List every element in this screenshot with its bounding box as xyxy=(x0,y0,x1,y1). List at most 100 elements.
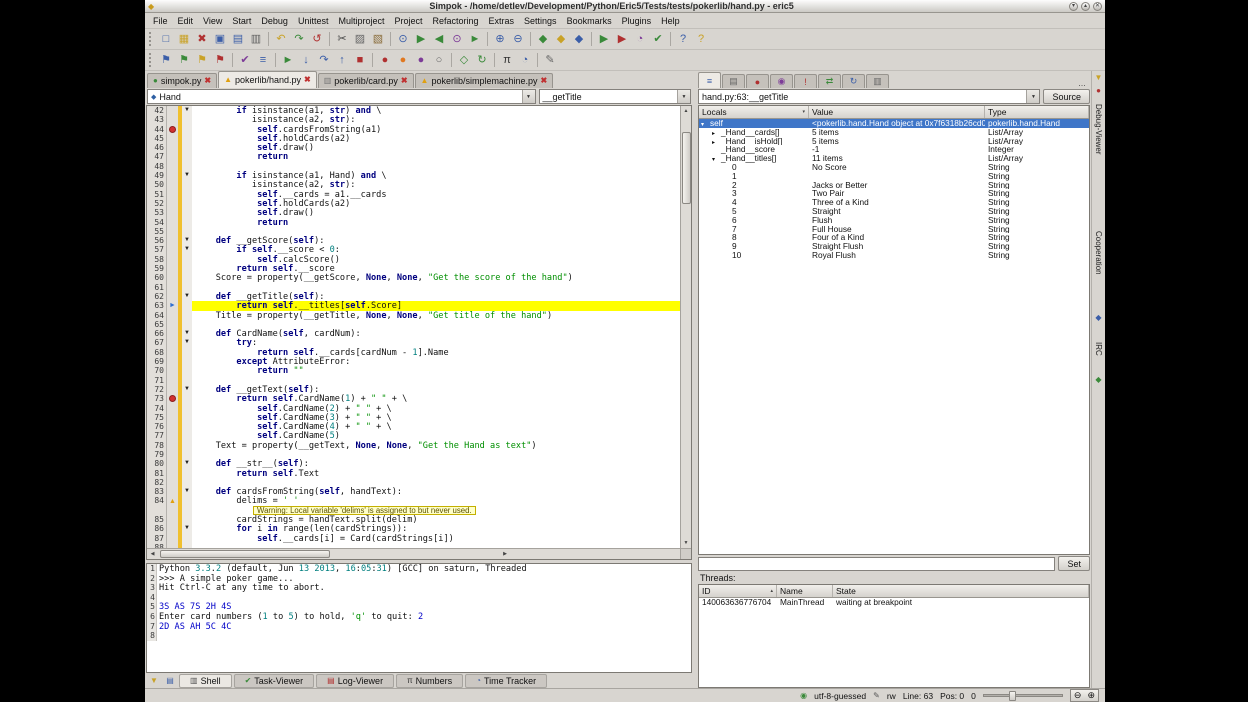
next-bookmark-button[interactable]: ⚑ xyxy=(175,51,193,69)
menu-project[interactable]: Project xyxy=(389,15,427,27)
locals-table-body[interactable]: ▾self<pokerlib.hand.Hand object at 0x7f6… xyxy=(699,119,1089,554)
marker-margin[interactable] xyxy=(167,115,178,124)
maximize-button[interactable]: ▴ xyxy=(1081,2,1090,11)
zoom-out-button[interactable]: ⊖ xyxy=(509,30,527,48)
code-text[interactable]: return "" xyxy=(192,366,680,375)
fold-collapse-icon[interactable]: ▼ xyxy=(182,459,192,468)
code-text[interactable]: self.__cards = a1.__cards xyxy=(192,190,680,199)
column-header-id[interactable]: ID▴ xyxy=(699,585,777,597)
marker-margin[interactable] xyxy=(167,441,178,450)
code-text[interactable]: self.draw() xyxy=(192,143,680,152)
search-prev-button[interactable]: ◀ xyxy=(430,30,448,48)
zoom-slider-handle[interactable] xyxy=(1009,691,1016,701)
menu-help[interactable]: Help xyxy=(656,15,685,27)
chevron-down-icon[interactable]: ▼ xyxy=(1026,90,1039,103)
line-number-margin[interactable]: 46 xyxy=(147,143,167,152)
print-button[interactable]: ▥ xyxy=(247,30,265,48)
spell-check-button[interactable]: ✔ xyxy=(236,51,254,69)
code-text[interactable] xyxy=(192,227,680,236)
variable-row[interactable]: 8Four of a KindString xyxy=(699,233,1089,242)
menu-bookmarks[interactable]: Bookmarks xyxy=(562,15,617,27)
code-text[interactable]: def __getText(self): xyxy=(192,385,680,394)
marker-margin[interactable] xyxy=(167,273,178,282)
code-text[interactable]: def __getTitle(self): xyxy=(192,292,680,301)
code-line[interactable]: 45 self.holdCards(a2) xyxy=(147,134,680,143)
menu-start[interactable]: Start xyxy=(227,15,256,27)
scroll-down-icon[interactable]: ▼ xyxy=(681,538,691,548)
tab-log-viewer[interactable]: ▤Log-Viewer xyxy=(316,674,394,688)
marker-margin[interactable] xyxy=(167,404,178,413)
file-tab-pokerlib-card[interactable]: ▥pokerlib/card.py✖ xyxy=(318,73,414,88)
new-project-button[interactable]: ◆ xyxy=(534,30,552,48)
fold-collapse-icon[interactable]: ▼ xyxy=(182,245,192,254)
editor-vertical-scrollbar[interactable]: ▲ ▼ xyxy=(680,106,691,548)
marker-margin[interactable] xyxy=(167,543,178,548)
marker-margin[interactable] xyxy=(167,134,178,143)
fold-collapse-icon[interactable]: ▼ xyxy=(182,487,192,496)
code-line[interactable]: 56▼ def __getScore(self): xyxy=(147,236,680,245)
variable-row[interactable]: 3Two PairString xyxy=(699,189,1089,198)
code-text[interactable]: self.cardsFromString(a1) xyxy=(192,125,680,134)
expand-icon[interactable]: ▸ xyxy=(712,139,721,146)
variable-row[interactable]: ▸_Hand__cards[]5 itemsList/Array xyxy=(699,128,1089,137)
search-button[interactable]: ⊙ xyxy=(394,30,412,48)
code-line[interactable]: 75 self.CardName(3) + " " + \ xyxy=(147,413,680,422)
fold-collapse-icon[interactable]: ▼ xyxy=(182,236,192,245)
line-number-margin[interactable]: 57 xyxy=(147,245,167,254)
line-number-margin[interactable]: 73 xyxy=(147,394,167,403)
code-text[interactable]: return self.__score xyxy=(192,264,680,273)
tab-overflow-button[interactable]: … xyxy=(1074,79,1090,88)
marker-margin[interactable] xyxy=(167,357,178,366)
set-button[interactable]: Set xyxy=(1058,556,1090,571)
menu-unittest[interactable]: Unittest xyxy=(293,15,334,27)
code-line[interactable]: 46 self.draw() xyxy=(147,143,680,152)
line-number-margin[interactable]: 61 xyxy=(147,283,167,292)
search-next-button[interactable]: ▶ xyxy=(412,30,430,48)
code-line[interactable]: 63► return self.__titles[self.Score] xyxy=(147,301,680,310)
line-number-margin[interactable]: 67 xyxy=(147,338,167,347)
cut-button[interactable]: ✂ xyxy=(333,30,351,48)
save-button[interactable]: ▣ xyxy=(211,30,229,48)
code-line[interactable]: 76 self.CardName(4) + " " + \ xyxy=(147,422,680,431)
variable-row[interactable]: 6FlushString xyxy=(699,216,1089,225)
fold-collapse-icon[interactable]: ▼ xyxy=(182,171,192,180)
tab-time-tracker[interactable]: ◔Time Tracker xyxy=(465,674,547,688)
column-header-type[interactable]: Type xyxy=(985,106,1089,118)
breakpoints-tab[interactable]: ● xyxy=(746,74,769,88)
line-number-margin[interactable]: 84 xyxy=(147,496,167,505)
code-text[interactable] xyxy=(192,162,680,171)
marker-margin[interactable] xyxy=(167,506,178,515)
marker-margin[interactable] xyxy=(167,431,178,440)
time-tracker-button[interactable]: ◔ xyxy=(516,51,534,69)
marker-margin[interactable] xyxy=(167,190,178,199)
line-number-margin[interactable]: 60 xyxy=(147,273,167,282)
stop-debug-button[interactable]: ■ xyxy=(351,51,369,69)
marker-margin[interactable] xyxy=(167,162,178,171)
help-button[interactable]: ? xyxy=(674,30,692,48)
horizontal-scrollbar-thumb[interactable] xyxy=(160,550,330,558)
line-number-margin[interactable]: 52 xyxy=(147,199,167,208)
stack-tab[interactable]: ▤ xyxy=(722,74,745,88)
line-number-margin[interactable]: 87 xyxy=(147,534,167,543)
side-tab-debug-viewer[interactable]: Debug-Viewer xyxy=(1094,100,1103,159)
fold-collapse-icon[interactable]: ▼ xyxy=(182,329,192,338)
marker-margin[interactable] xyxy=(167,125,178,134)
code-line[interactable]: 59 return self.__score xyxy=(147,264,680,273)
fold-collapse-icon[interactable]: ▼ xyxy=(182,292,192,301)
line-number-margin[interactable]: 83 xyxy=(147,487,167,496)
save-project-button[interactable]: ◆ xyxy=(570,30,588,48)
line-number-margin[interactable]: 88 xyxy=(147,543,167,548)
side-tab-irc[interactable]: IRC xyxy=(1094,338,1103,360)
code-text[interactable]: self.CardName(5) xyxy=(192,431,680,440)
file-tab-pokerlib-simplemachine[interactable]: ▲pokerlib/simplemachine.py✖ xyxy=(415,73,554,88)
code-line[interactable]: 80▼ def __str__(self): xyxy=(147,459,680,468)
code-text[interactable]: if isinstance(a1, Hand) and \ xyxy=(192,171,680,180)
close-button[interactable]: ✕ xyxy=(1093,2,1102,11)
code-line[interactable]: 68 return self.__cards[cardNum - 1].Name xyxy=(147,348,680,357)
variable-row[interactable]: 7Full HouseString xyxy=(699,225,1089,234)
line-number-margin[interactable]: 70 xyxy=(147,366,167,375)
replace-button[interactable]: ⊙ xyxy=(448,30,466,48)
code-line[interactable]: 83▼ def cardsFromString(self, handText): xyxy=(147,487,680,496)
line-number-margin[interactable]: 64 xyxy=(147,311,167,320)
check-syntax-button[interactable]: ✔ xyxy=(649,30,667,48)
